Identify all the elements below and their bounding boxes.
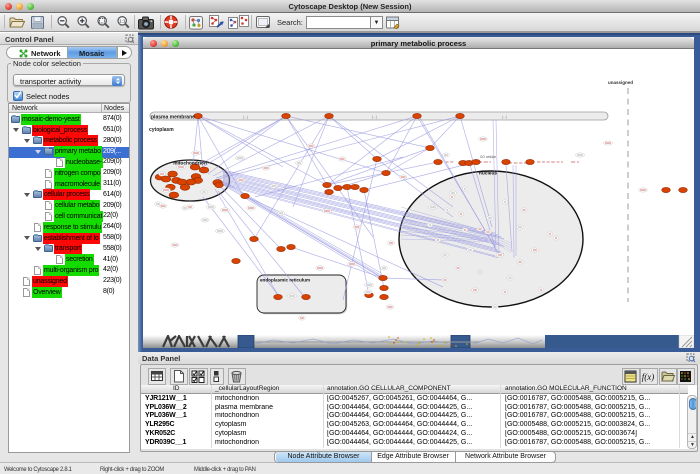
svg-text:[...]: [...] [243,115,248,119]
svg-text:GO cellular: GO cellular [480,155,497,159]
svg-text:[...]: [...] [372,115,377,119]
svg-text:1:1: 1:1 [119,19,126,24]
svg-text:plasma membrane: plasma membrane [151,115,195,121]
svg-text:[...]: [...] [502,115,507,119]
svg-text:cytoplasm: cytoplasm [149,127,174,133]
svg-text:f(x): f(x) [642,372,655,382]
svg-text:unassigned: unassigned [608,80,633,85]
svg-text:endoplasmic reticulum: endoplasmic reticulum [260,278,310,283]
svg-text:nucleus: nucleus [479,171,497,177]
